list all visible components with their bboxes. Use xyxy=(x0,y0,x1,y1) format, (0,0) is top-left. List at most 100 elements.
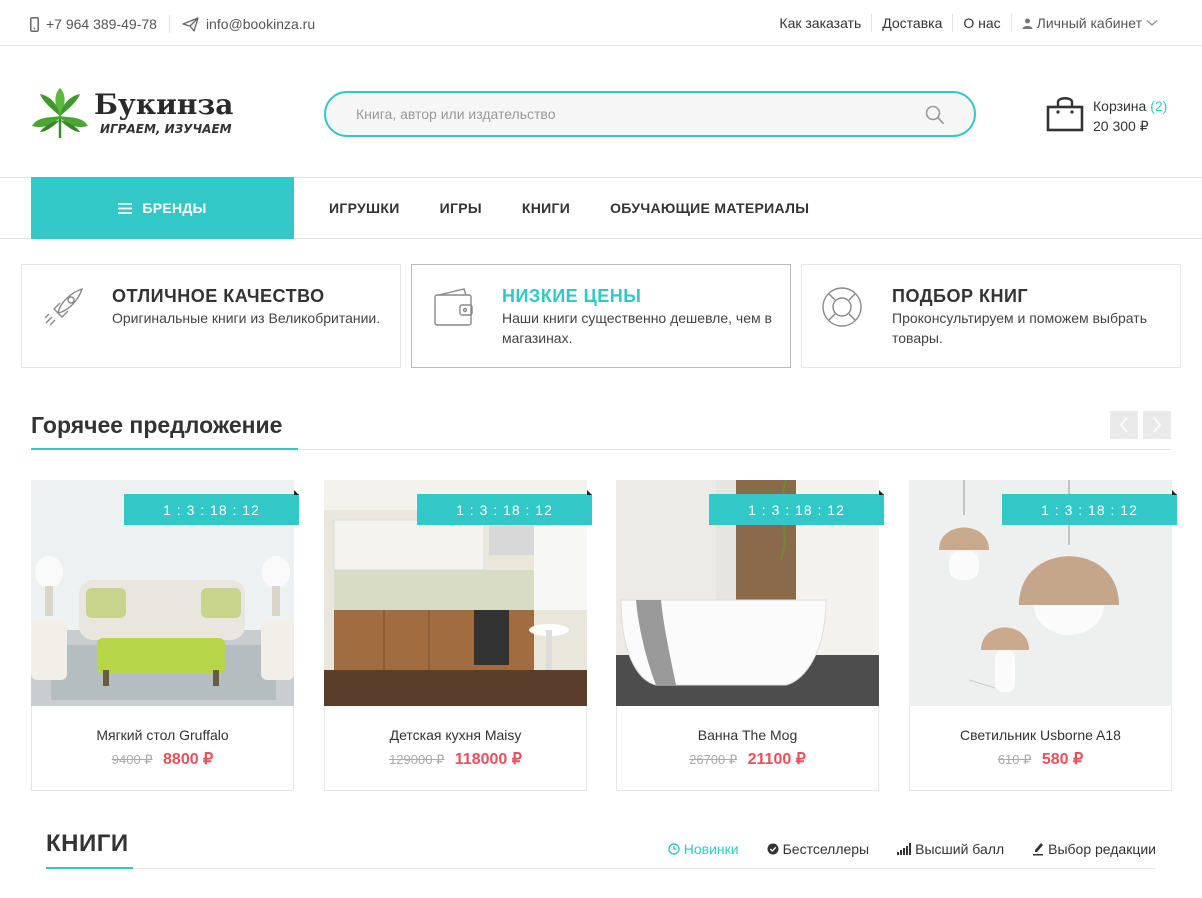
link-how-to-order[interactable]: Как заказать xyxy=(769,14,871,32)
feature-title: ПОДБОР КНИГ xyxy=(892,286,1029,306)
tab-editors-choice[interactable]: Выбор редакции xyxy=(1032,841,1156,857)
nav-item-toys[interactable]: ИГРУШКИ xyxy=(329,200,400,216)
section-title-books: КНИГИ xyxy=(46,830,129,857)
feature-text: Оригинальные книги из Великобритании. xyxy=(112,310,381,326)
old-price: 129000 ₽ xyxy=(389,752,445,767)
phone-icon xyxy=(30,16,39,32)
product-name[interactable]: Мягкий стол Gruffalo xyxy=(32,727,293,743)
product-name[interactable]: Ванна The Mog xyxy=(617,727,878,743)
brands-button[interactable]: БРЕНДЫ xyxy=(31,177,294,239)
logo[interactable]: Букинза ИГРАЕМ, ИЗУЧАЕМ xyxy=(30,86,245,142)
top-menu: Как заказать Доставка О нас Личный кабин… xyxy=(769,14,1172,32)
product-name[interactable]: Детская кухня Maisy xyxy=(325,727,586,743)
nav-item-learning[interactable]: ОБУЧАЮЩИЕ МАТЕРИАЛЫ xyxy=(610,200,809,216)
carousel-prev-button[interactable] xyxy=(1110,411,1138,439)
new-price: 21100 ₽ xyxy=(747,751,806,768)
chevron-down-icon xyxy=(1146,20,1158,26)
cart-count: (2) xyxy=(1150,98,1168,114)
ribbon-fold xyxy=(294,490,299,495)
title-underline xyxy=(46,867,133,869)
ribbon-fold xyxy=(1172,490,1177,495)
cart-label: Корзина (2) xyxy=(1093,98,1167,114)
tab-label: Бестселлеры xyxy=(782,841,870,857)
paper-plane-icon xyxy=(182,16,199,32)
feature-quality[interactable]: ОТЛИЧНОЕ КАЧЕСТВО Оригинальные книги из … xyxy=(21,264,401,368)
product-name[interactable]: Светильник Usborne A18 xyxy=(910,727,1171,743)
books-tabs: Новинки Бестселлеры Высший балл Выбор ре… xyxy=(640,841,1156,857)
link-delivery[interactable]: Доставка xyxy=(871,14,952,32)
nav-items: ИГРУШКИ ИГРЫ КНИГИ ОБУЧАЮЩИЕ МАТЕРИАЛЫ xyxy=(329,200,849,216)
countdown-timer: 1 : 3 : 18 : 12 xyxy=(709,494,884,525)
header: Букинза ИГРАЕМ, ИЗУЧАЕМ Корзина (2) 20 3… xyxy=(0,46,1202,178)
product-prices: 129000 ₽ 118000 ₽ xyxy=(325,749,586,769)
new-price: 8800 ₽ xyxy=(163,751,214,768)
ribbon-fold xyxy=(879,490,884,495)
cabinet-label: Личный кабинет xyxy=(1036,15,1142,31)
brands-label: БРЕНДЫ xyxy=(142,200,207,216)
chevron-left-icon xyxy=(1119,417,1128,433)
feature-text: Проконсультируем и поможем выбрать товар… xyxy=(892,310,1147,346)
search-icon[interactable] xyxy=(925,105,944,129)
logo-slogan: ИГРАЕМ, ИЗУЧАЕМ xyxy=(100,122,232,136)
cart-label-text: Корзина xyxy=(1093,98,1147,114)
product-prices: 9400 ₽ 8800 ₽ xyxy=(32,749,293,769)
menu-icon xyxy=(118,202,133,214)
feature-selection[interactable]: ПОДБОР КНИГ Проконсультируем и поможем в… xyxy=(801,264,1181,368)
countdown-timer: 1 : 3 : 18 : 12 xyxy=(417,494,592,525)
old-price: 610 ₽ xyxy=(997,752,1032,767)
old-price: 26700 ₽ xyxy=(689,752,738,767)
email-link[interactable]: info@bookinza.ru xyxy=(206,16,315,32)
new-price: 118000 ₽ xyxy=(454,751,522,768)
tab-label: Новинки xyxy=(683,841,739,857)
product-card[interactable]: 1 : 3 : 18 : 12 Мягкий стол Gruffalo 940… xyxy=(31,480,299,791)
cabinet-dropdown[interactable]: Личный кабинет xyxy=(1010,14,1172,32)
tab-top-rated[interactable]: Высший балл xyxy=(897,841,1004,857)
pen-icon xyxy=(1033,843,1044,856)
cart[interactable]: Корзина (2) 20 300 ₽ xyxy=(1046,94,1186,134)
nav-item-books[interactable]: КНИГИ xyxy=(522,200,570,216)
product-card[interactable]: 1 : 3 : 18 : 12 Светильник Usborne A18 6… xyxy=(909,480,1177,791)
clock-icon xyxy=(668,843,680,855)
carousel-next-button[interactable] xyxy=(1143,411,1171,439)
old-price: 9400 ₽ xyxy=(111,752,153,767)
countdown-timer: 1 : 3 : 18 : 12 xyxy=(124,494,299,525)
product-prices: 26700 ₽ 21100 ₽ xyxy=(617,749,878,769)
wallet-icon xyxy=(432,285,476,334)
rocket-icon xyxy=(42,285,86,334)
contacts: +7 964 389-49-78 info@bookinza.ru xyxy=(30,15,315,33)
ribbon-fold xyxy=(587,490,592,495)
chevron-right-icon xyxy=(1153,417,1162,433)
feature-prices[interactable]: НИЗКИЕ ЦЕНЫ Наши книги существенно дешев… xyxy=(411,264,791,368)
product-card[interactable]: 1 : 3 : 18 : 12 Ванна The Mog 26700 ₽ 21… xyxy=(616,480,884,791)
product-card[interactable]: 1 : 3 : 18 : 12 Детская кухня Maisy 1290… xyxy=(324,480,592,791)
tab-new[interactable]: Новинки xyxy=(668,841,739,857)
feature-text: Наши книги существенно дешевле, чем в ма… xyxy=(502,310,772,346)
shopping-bag-icon xyxy=(1046,97,1084,132)
signal-bars-icon xyxy=(897,843,912,855)
tab-label: Высший балл xyxy=(915,841,1005,857)
lifebuoy-icon xyxy=(822,285,866,334)
user-icon xyxy=(1022,18,1033,29)
new-price: 580 ₽ xyxy=(1041,751,1084,768)
section-title-hot: Горячее предложение xyxy=(31,412,283,438)
feature-title: ОТЛИЧНОЕ КАЧЕСТВО xyxy=(112,286,325,306)
top-bar: +7 964 389-49-78 info@bookinza.ru Как за… xyxy=(0,0,1202,46)
feature-title: НИЗКИЕ ЦЕНЫ xyxy=(502,286,642,306)
title-underline xyxy=(31,448,298,450)
main-nav: БРЕНДЫ ИГРУШКИ ИГРЫ КНИГИ ОБУЧАЮЩИЕ МАТЕ… xyxy=(0,177,1202,239)
divider xyxy=(46,868,1156,869)
parsley-logo-icon xyxy=(32,88,88,138)
search-box xyxy=(324,91,976,137)
countdown-timer: 1 : 3 : 18 : 12 xyxy=(1002,494,1177,525)
product-prices: 610 ₽ 580 ₽ xyxy=(910,749,1171,769)
divider xyxy=(168,15,170,33)
link-about[interactable]: О нас xyxy=(952,14,1010,32)
cart-sum: 20 300 ₽ xyxy=(1093,118,1149,134)
nav-item-games[interactable]: ИГРЫ xyxy=(440,200,482,216)
phone-number[interactable]: +7 964 389-49-78 xyxy=(46,16,157,32)
logo-title: Букинза xyxy=(94,88,234,121)
tab-label: Выбор редакции xyxy=(1048,841,1156,857)
search-input[interactable] xyxy=(356,104,916,124)
check-circle-icon xyxy=(767,843,779,855)
tab-bestsellers[interactable]: Бестселлеры xyxy=(767,841,870,857)
